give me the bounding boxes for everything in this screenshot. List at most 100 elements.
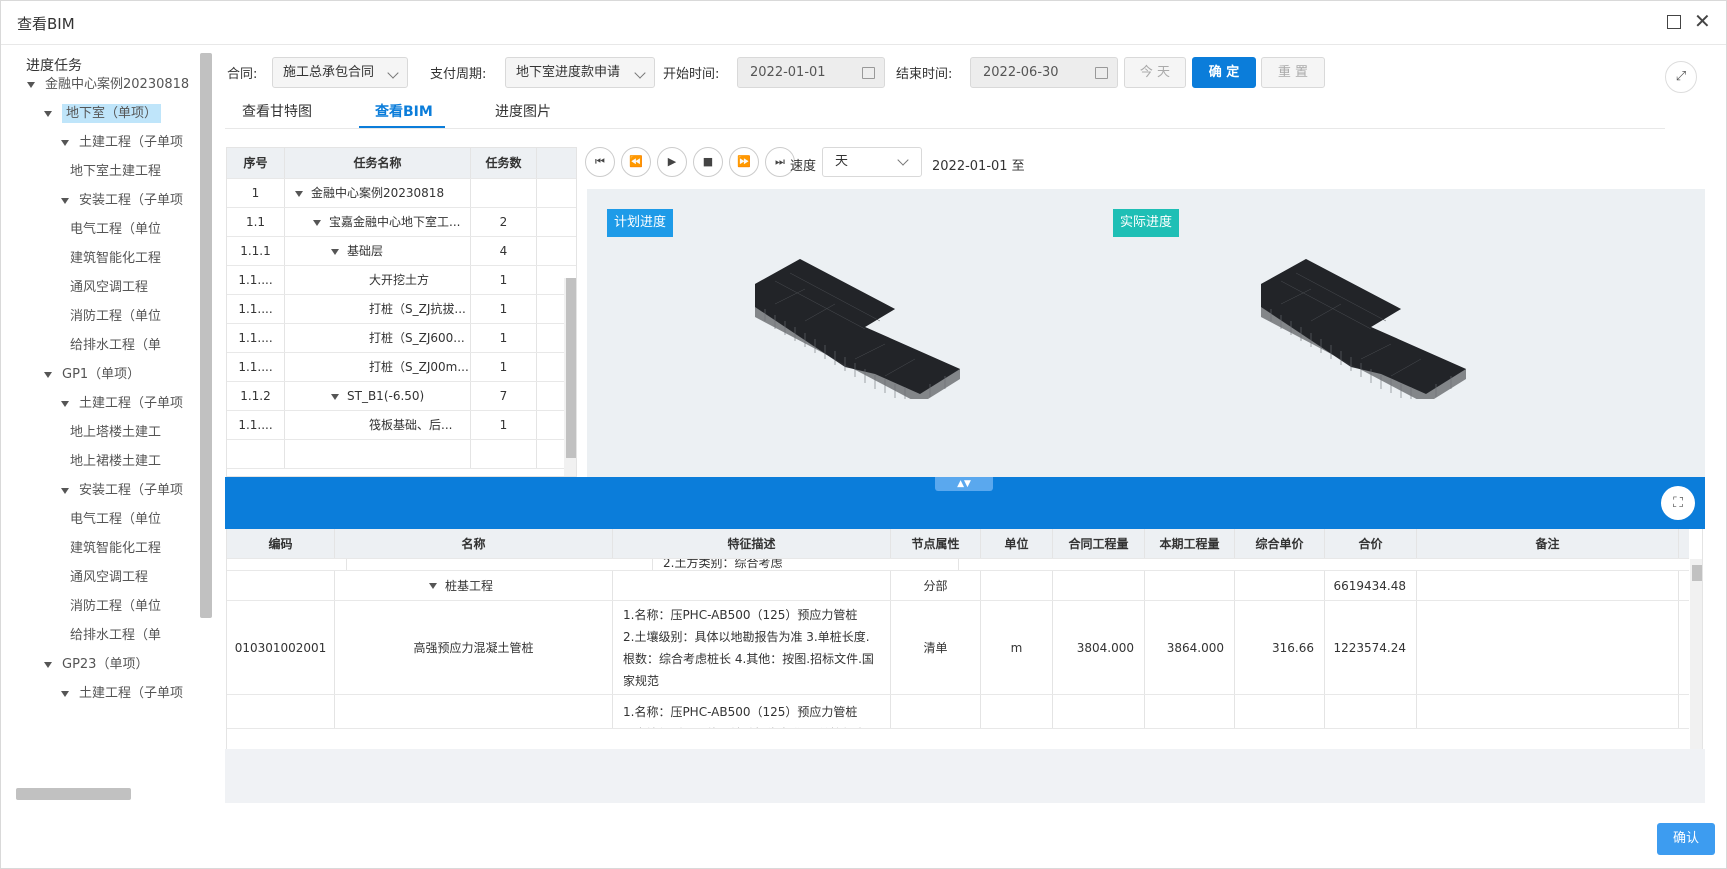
task-name-text: 打桩（S_ZJ00m... [369,360,469,374]
caret-down-icon[interactable] [27,81,35,88]
caret-down-icon[interactable] [61,400,69,407]
tree-node[interactable]: 建筑智能化工程 [70,537,161,561]
task-row[interactable]: 1 金融中心案例20230818 [227,179,576,208]
tree-node[interactable]: GP23（单项） [44,653,148,677]
today-button[interactable]: 今 天 [1124,57,1186,88]
table-row[interactable]: 桩基工程 分部 6619434.48 [227,571,1689,601]
task-row[interactable]: 1.1 宝嘉金融中心地下室工... 2 [227,208,576,237]
panel-splitter[interactable]: ▲▼ ⛶ [225,477,1705,529]
scroll-thumb[interactable] [566,278,576,458]
caret-down-icon[interactable] [331,248,339,255]
task-row[interactable]: 1.1.... 大开挖土方 1 [227,266,576,295]
confirm-filter-button[interactable]: 确 定 [1192,57,1256,88]
tree-node[interactable]: 消防工程（单位 [70,595,161,619]
tree-horizontal-scrollbar[interactable] [16,788,131,800]
caret-down-icon[interactable] [61,690,69,697]
table-row[interactable]: 1.名称：压PHC-AB500（125）预应力管桩 2.土壤级别：具体以地勘报告… [227,695,1689,729]
tree-node[interactable]: 地上塔楼土建工 [70,421,161,445]
tree-node[interactable]: 土建工程（子单项 [61,131,183,155]
tree-node[interactable]: GP1（单项） [44,363,140,387]
tree-vertical-scrollbar[interactable] [200,53,212,618]
close-icon[interactable]: ✕ [1694,9,1711,33]
play-icon[interactable]: ▶ [657,147,687,177]
stop-icon[interactable]: ■ [693,147,723,177]
rewind-icon[interactable]: ⏪ [621,147,651,177]
contract_qty-text: 3804.000 [1076,640,1134,655]
fullscreen-icon[interactable]: ⤢ [1665,61,1697,93]
reset-button[interactable]: 重 置 [1261,57,1325,88]
caret-down-icon[interactable] [61,139,69,146]
tree-node[interactable]: 地下室（单项） [44,102,162,126]
tree-node[interactable]: 建筑智能化工程 [70,247,161,271]
tree-node-label: 安装工程（子单项 [79,483,184,498]
fast-forward-icon[interactable]: ⏩ [729,147,759,177]
caret-down-icon[interactable] [61,487,69,494]
tab-progress-images[interactable]: 进度图片 [495,101,551,121]
tree-node[interactable]: 金融中心案例20230818 [27,73,189,97]
task-row[interactable]: 1.1.... 筏板基础、后... 1 [227,411,576,440]
task-row[interactable]: 1.1.... 打桩（S_ZJ抗拔... 1 [227,295,576,324]
tree-node[interactable]: 电气工程（单位 [70,218,161,242]
tree-node[interactable]: 电气工程（单位 [70,508,161,532]
caret-down-icon[interactable] [44,110,52,117]
task-row[interactable]: 1.1.... 打桩（S_ZJ00m... 1 [227,353,576,382]
caret-down-icon[interactable] [429,582,437,589]
tab-gantt[interactable]: 查看甘特图 [242,101,312,121]
contract-value: 施工总承包合同 [283,65,375,80]
tab-bim[interactable]: 查看BIM [375,101,433,121]
task-table: 序号 任务名称 任务数 1 金融中心案例20230818 1.1 宝嘉金融中心地下室工… [226,147,577,477]
period-select[interactable]: 地下室进度款申请 [505,57,655,88]
end-date-input[interactable]: 2022-06-30 [970,57,1118,88]
tree-node[interactable]: 通风空调工程 [70,276,148,300]
tree-node[interactable]: 安装工程（子单项 [61,189,183,213]
bill-table: 编码 名称 特征描述 节点属性 单位 合同工程量 本期工程量 综合单价 合价 备注 2.土方类别：… [226,529,1703,749]
table-row[interactable]: 010301002001 高强预应力混凝土管桩 1.名称：压PHC-AB500（12… [227,601,1689,695]
tree-node[interactable]: 土建工程（子单项 [61,392,183,416]
tree-node[interactable]: 地上裙楼土建工 [70,450,161,474]
contract-select[interactable]: 施工总承包合同 [272,57,408,88]
cell-contract_qty [1053,571,1145,600]
tree-node[interactable]: 安装工程（子单项 [61,479,183,503]
cell-price [1235,695,1325,728]
maximize-icon[interactable] [1667,15,1681,29]
caret-down-icon[interactable] [44,661,52,668]
bim-viewer[interactable]: 计划进度 实际进度 [587,189,1705,477]
bill-table-scrollbar[interactable] [1690,559,1702,749]
tree-node[interactable]: 给排水工程（单 [70,334,161,358]
caret-down-icon[interactable] [295,190,303,197]
task-row[interactable]: 1.1.... 打桩（S_ZJ600... 1 [227,324,576,353]
caret-down-icon[interactable] [313,219,321,226]
scroll-thumb[interactable] [1692,565,1702,581]
tree-node[interactable]: 给排水工程（单 [70,624,161,648]
tree-header: 进度任务 [26,58,82,74]
tree-node[interactable]: 地下室土建工程 [70,160,161,184]
confirm-button[interactable]: 确认 [1657,823,1715,855]
task-row[interactable]: 1.1.1 基础层 4 [227,237,576,266]
tree-node-label: 土建工程（子单项 [79,686,184,701]
task-count-text: 1 [499,360,508,374]
title-bar: 查看BIM ✕ [1,1,1726,45]
plan-bim-model[interactable] [745,259,1005,399]
speed-select[interactable]: 天 [822,147,922,177]
actual-bim-model[interactable] [1251,259,1511,399]
cell-total: 6619434.48 [1325,571,1417,600]
tree-node[interactable]: 通风空调工程 [70,566,148,590]
task-row[interactable]: 1.1.2 ST_B1(-6.50) 7 [227,382,576,411]
task-table-scrollbar[interactable] [564,278,576,476]
tree-node[interactable]: 消防工程（单位 [70,305,161,329]
price-text: 316.66 [1272,640,1314,655]
skip-to-start-icon[interactable]: ⏮ [585,147,615,177]
start-date-input[interactable]: 2022-01-01 [737,57,885,88]
caret-down-icon[interactable] [61,197,69,204]
task-name-text: 宝嘉金融中心地下室工... [329,215,461,229]
task-row[interactable] [227,440,576,469]
tree-node-label: 消防工程（单位 [70,309,162,324]
tree-node[interactable]: 土建工程（子单项 [61,682,183,706]
caret-down-icon[interactable] [331,393,339,400]
col-header-task-name: 任务名称 [285,148,471,178]
fullscreen-toggle-icon[interactable]: ⛶ [1661,486,1695,520]
resize-handle-icon[interactable]: ▲▼ [935,477,993,491]
cell-attr: 清单 [891,601,981,694]
task-count: 1 [471,295,537,323]
caret-down-icon[interactable] [44,371,52,378]
